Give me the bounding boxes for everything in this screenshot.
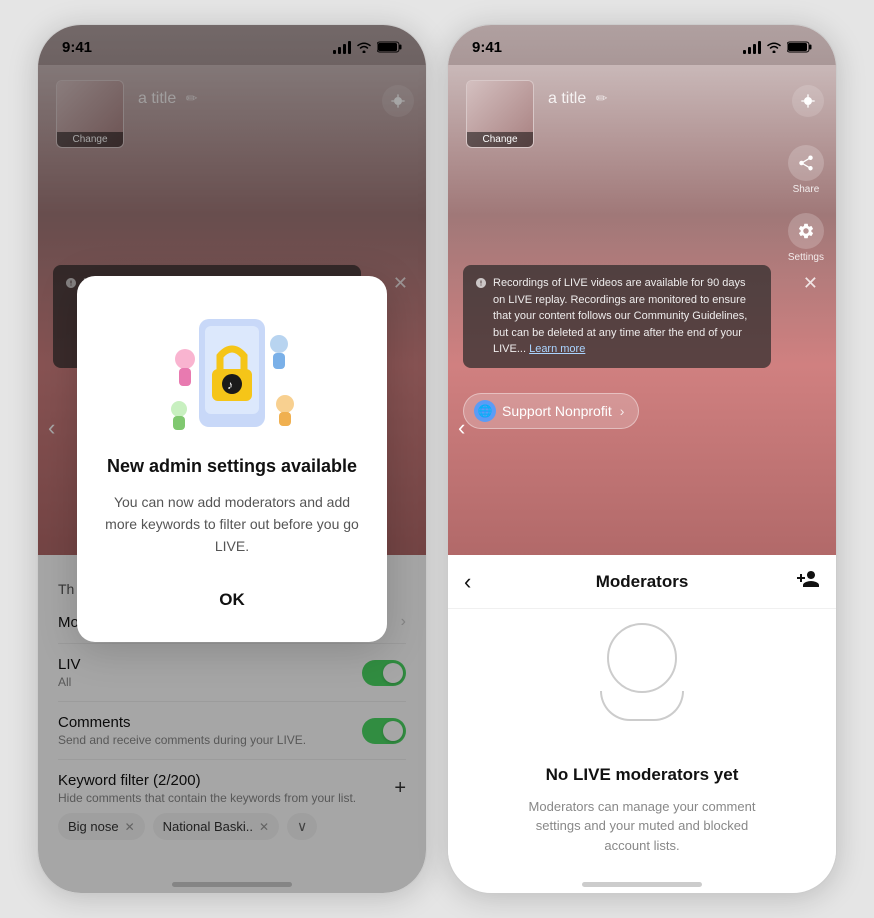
mod-title: Moderators bbox=[596, 572, 689, 592]
right-actions: Share Settings bbox=[788, 145, 824, 263]
modal-ok-btn[interactable]: OK bbox=[179, 582, 285, 618]
right-change-label[interactable]: Change bbox=[467, 132, 533, 147]
moderators-header: ‹ Moderators bbox=[448, 555, 836, 609]
right-signal-icon bbox=[743, 41, 761, 54]
settings-action[interactable]: Settings bbox=[788, 213, 824, 263]
share-icon bbox=[788, 145, 824, 181]
modal-illustration: ♪ bbox=[157, 304, 307, 439]
support-nonprofit-btn[interactable]: 🌐 Support Nonprofit › bbox=[463, 393, 639, 429]
right-thumbnail[interactable]: Change bbox=[466, 80, 534, 148]
right-pencil-icon: ✏ bbox=[596, 90, 608, 106]
right-notification-close[interactable]: ✕ bbox=[803, 273, 818, 294]
right-video-bg: Change a title ✏ Recordings of LIVE vide… bbox=[448, 25, 836, 565]
support-chevron: › bbox=[620, 403, 625, 419]
empty-title: No LIVE moderators yet bbox=[546, 765, 739, 785]
left-phone: 9:41 bbox=[37, 24, 427, 894]
right-notification: Recordings of LIVE videos are available … bbox=[463, 265, 771, 368]
globe-icon: 🌐 bbox=[474, 400, 496, 422]
empty-sub: Moderators can manage your comment setti… bbox=[522, 797, 762, 856]
admin-settings-modal: ♪ New admin settings available bbox=[77, 276, 387, 642]
mod-back-btn[interactable]: ‹ bbox=[464, 569, 471, 595]
moderators-empty-state: No LIVE moderators yet Moderators can ma… bbox=[448, 615, 836, 863]
settings-label: Settings bbox=[788, 252, 824, 263]
right-live-title: a title ✏ bbox=[548, 90, 607, 108]
empty-avatar-container bbox=[607, 623, 677, 698]
support-nonprofit-label: Support Nonprofit bbox=[502, 403, 612, 419]
modal-svg: ♪ bbox=[157, 304, 307, 439]
modal-overlay: ♪ New admin settings available bbox=[38, 25, 426, 893]
right-notification-text: Recordings of LIVE videos are available … bbox=[493, 275, 759, 358]
settings-icon bbox=[788, 213, 824, 249]
modal-title: New admin settings available bbox=[101, 455, 363, 478]
right-battery-icon bbox=[787, 41, 812, 53]
share-action[interactable]: Share bbox=[788, 145, 824, 195]
right-back-btn[interactable]: ‹ bbox=[458, 415, 465, 441]
right-phone: 9:41 Change bbox=[447, 24, 837, 894]
right-status-bar: 9:41 bbox=[448, 25, 836, 69]
right-time: 9:41 bbox=[472, 39, 502, 56]
right-status-icons bbox=[743, 41, 812, 54]
empty-avatar-head bbox=[607, 623, 677, 693]
svg-text:♪: ♪ bbox=[227, 378, 233, 392]
right-learn-more[interactable]: Learn more bbox=[529, 343, 585, 355]
mod-add-person-btn[interactable] bbox=[796, 567, 820, 597]
right-home-indicator bbox=[582, 882, 702, 887]
share-label: Share bbox=[793, 184, 820, 195]
right-recording-area bbox=[792, 85, 824, 117]
modal-body: You can now add moderators and add more … bbox=[101, 491, 363, 558]
right-wifi-icon bbox=[766, 41, 782, 53]
